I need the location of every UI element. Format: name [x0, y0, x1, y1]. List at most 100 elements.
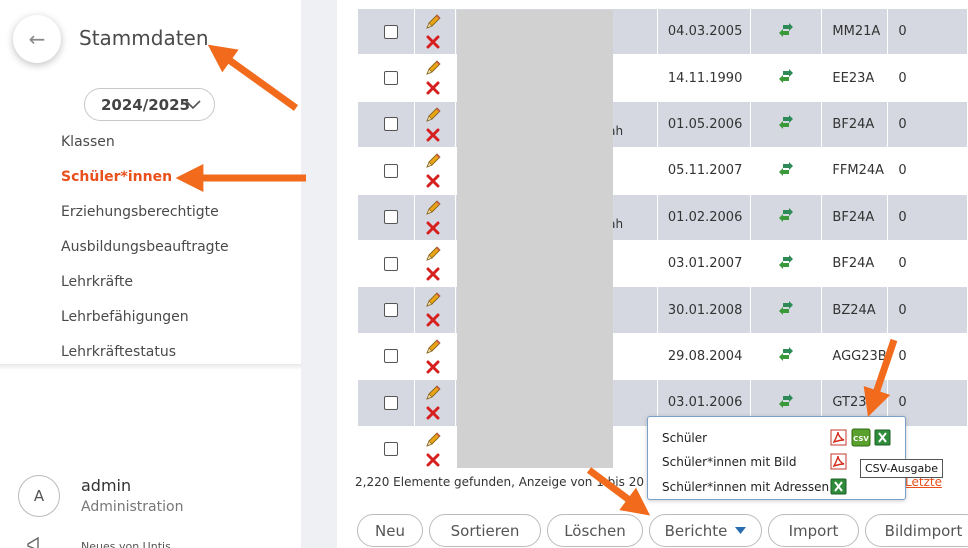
- pagination-info: 2,220 Elemente gefunden, Anzeige von 1 b…: [355, 475, 644, 489]
- transfer-icon[interactable]: [778, 346, 794, 362]
- pdf-icon[interactable]: [830, 453, 847, 470]
- pencil-icon[interactable]: [424, 152, 442, 170]
- pencil-icon[interactable]: [424, 431, 442, 449]
- row-select-cell: [357, 54, 415, 102]
- sidebar-item-lehrkraeftestatus[interactable]: Lehrkräftestatus: [61, 342, 229, 377]
- action-buttons: Neu Sortieren Löschen Berichte Import Bi…: [357, 514, 968, 547]
- school-year-select[interactable]: 2024/2025: [84, 88, 215, 121]
- caret-down-icon: [735, 526, 747, 534]
- csv-icon-label: CSV: [853, 435, 869, 443]
- pencil-icon[interactable]: [424, 245, 442, 263]
- sidebar-item-schueler[interactable]: Schüler*innen: [61, 167, 229, 202]
- transfer-icon[interactable]: [778, 300, 794, 316]
- birth-date-cell: 01.02.2006: [656, 193, 751, 241]
- user-name[interactable]: admin: [81, 476, 131, 495]
- count-cell: 0: [887, 286, 968, 334]
- delete-icon[interactable]: [426, 267, 440, 281]
- row-actions: [413, 379, 457, 427]
- new-button[interactable]: Neu: [357, 514, 423, 547]
- row-actions: [413, 193, 457, 241]
- row-checkbox[interactable]: [383, 117, 398, 132]
- pencil-icon[interactable]: [424, 59, 442, 77]
- pencil-icon[interactable]: [424, 106, 442, 124]
- row-checkbox[interactable]: [383, 256, 398, 271]
- sidebar-item-ausbildungsbeauftragte[interactable]: Ausbildungsbeauftragte: [61, 237, 229, 272]
- row-checkbox[interactable]: [383, 163, 398, 178]
- avatar[interactable]: A: [18, 475, 60, 517]
- delete-icon[interactable]: [426, 221, 440, 235]
- report-item-with-addresses: Schüler*innen mit Adressen: [662, 480, 830, 494]
- table-row: 05.11.2007 FFM24A 0: [357, 147, 968, 195]
- delete-button[interactable]: Löschen: [547, 514, 643, 547]
- pencil-icon[interactable]: [424, 384, 442, 402]
- pdf-icon[interactable]: [830, 429, 847, 446]
- row-select-cell: [357, 193, 415, 241]
- import-button[interactable]: Import: [768, 514, 859, 547]
- delete-icon[interactable]: [426, 174, 440, 188]
- count-cell: 0: [887, 239, 968, 288]
- news-link[interactable]: Neues von Untis: [81, 540, 171, 548]
- row-actions: [413, 7, 457, 56]
- pencil-icon[interactable]: [424, 338, 442, 356]
- class-cell: FFM24A: [821, 147, 889, 195]
- row-select-cell: [357, 379, 415, 427]
- row-checkbox[interactable]: [383, 349, 398, 364]
- row-checkbox[interactable]: [383, 442, 398, 457]
- excel-icon[interactable]: [830, 478, 847, 495]
- table-row: 29.08.2004 AGG23B 0: [357, 332, 968, 381]
- class-cell: MM21A: [821, 7, 889, 56]
- row-checkbox[interactable]: [383, 24, 398, 39]
- row-checkbox[interactable]: [383, 303, 398, 318]
- row-select-cell: [357, 425, 415, 473]
- transfer-icon[interactable]: [778, 393, 794, 409]
- birth-date-cell: 03.01.2007: [656, 239, 751, 288]
- reports-button[interactable]: Berichte: [649, 514, 762, 547]
- students-table: 04.03.2005MM21A014.11.1990EE23A0llah01.0…: [357, 7, 968, 473]
- sort-button[interactable]: Sortieren: [429, 514, 541, 547]
- arrow-left-icon: ←: [28, 27, 46, 51]
- row-select-cell: [357, 332, 415, 381]
- pencil-icon[interactable]: [424, 199, 442, 217]
- row-checkbox[interactable]: [383, 395, 398, 410]
- delete-icon[interactable]: [426, 453, 440, 467]
- row-checkbox[interactable]: [383, 71, 398, 86]
- class-cell: BF24A: [821, 239, 889, 288]
- row-checkbox[interactable]: [383, 210, 398, 225]
- pencil-icon[interactable]: [424, 13, 442, 31]
- transfer-icon[interactable]: [778, 68, 794, 84]
- csv-icon[interactable]: CSV: [851, 428, 871, 447]
- sidebar-item-klassen[interactable]: Klassen: [61, 132, 229, 167]
- sidebar-item-lehrbefaehigungen[interactable]: Lehrbefähigungen: [61, 307, 229, 342]
- transfer-cell: [749, 193, 823, 241]
- transfer-icon[interactable]: [778, 114, 794, 130]
- delete-icon[interactable]: [426, 313, 440, 327]
- transfer-icon[interactable]: [778, 254, 794, 270]
- sidebar-navigation: ← Stammdaten 2024/2025 Klassen Schüler*i…: [0, 0, 301, 364]
- class-cell: BZ24A: [821, 286, 889, 334]
- count-cell: 0: [887, 100, 968, 149]
- pencil-icon[interactable]: [424, 291, 442, 309]
- delete-icon[interactable]: [426, 35, 440, 49]
- image-import-button[interactable]: Bildimport: [865, 514, 968, 547]
- transfer-cell: [749, 239, 823, 288]
- table-row: llah01.02.2006BF24A0: [357, 193, 968, 241]
- delete-icon[interactable]: [426, 406, 440, 420]
- megaphone-icon[interactable]: [26, 536, 46, 548]
- delete-icon[interactable]: [426, 360, 440, 374]
- delete-icon[interactable]: [426, 81, 440, 95]
- sidebar-item-erziehungsberechtigte[interactable]: Erziehungsberechtigte: [61, 202, 229, 237]
- birth-date-cell: 05.11.2007: [656, 147, 751, 195]
- row-select-cell: [357, 100, 415, 149]
- excel-icon[interactable]: [874, 429, 891, 446]
- transfer-icon[interactable]: [778, 207, 794, 223]
- sidebar-item-lehrkraefte[interactable]: Lehrkräfte: [61, 272, 229, 307]
- table-row: llah01.05.2006BF24A0: [357, 100, 968, 149]
- count-cell: 0: [887, 332, 968, 381]
- count-cell: 0: [887, 147, 968, 195]
- transfer-cell: [749, 286, 823, 334]
- back-button[interactable]: ←: [13, 15, 61, 63]
- transfer-icon[interactable]: [778, 22, 794, 38]
- delete-icon[interactable]: [426, 128, 440, 142]
- row-select-cell: [357, 147, 415, 195]
- transfer-icon[interactable]: [778, 161, 794, 177]
